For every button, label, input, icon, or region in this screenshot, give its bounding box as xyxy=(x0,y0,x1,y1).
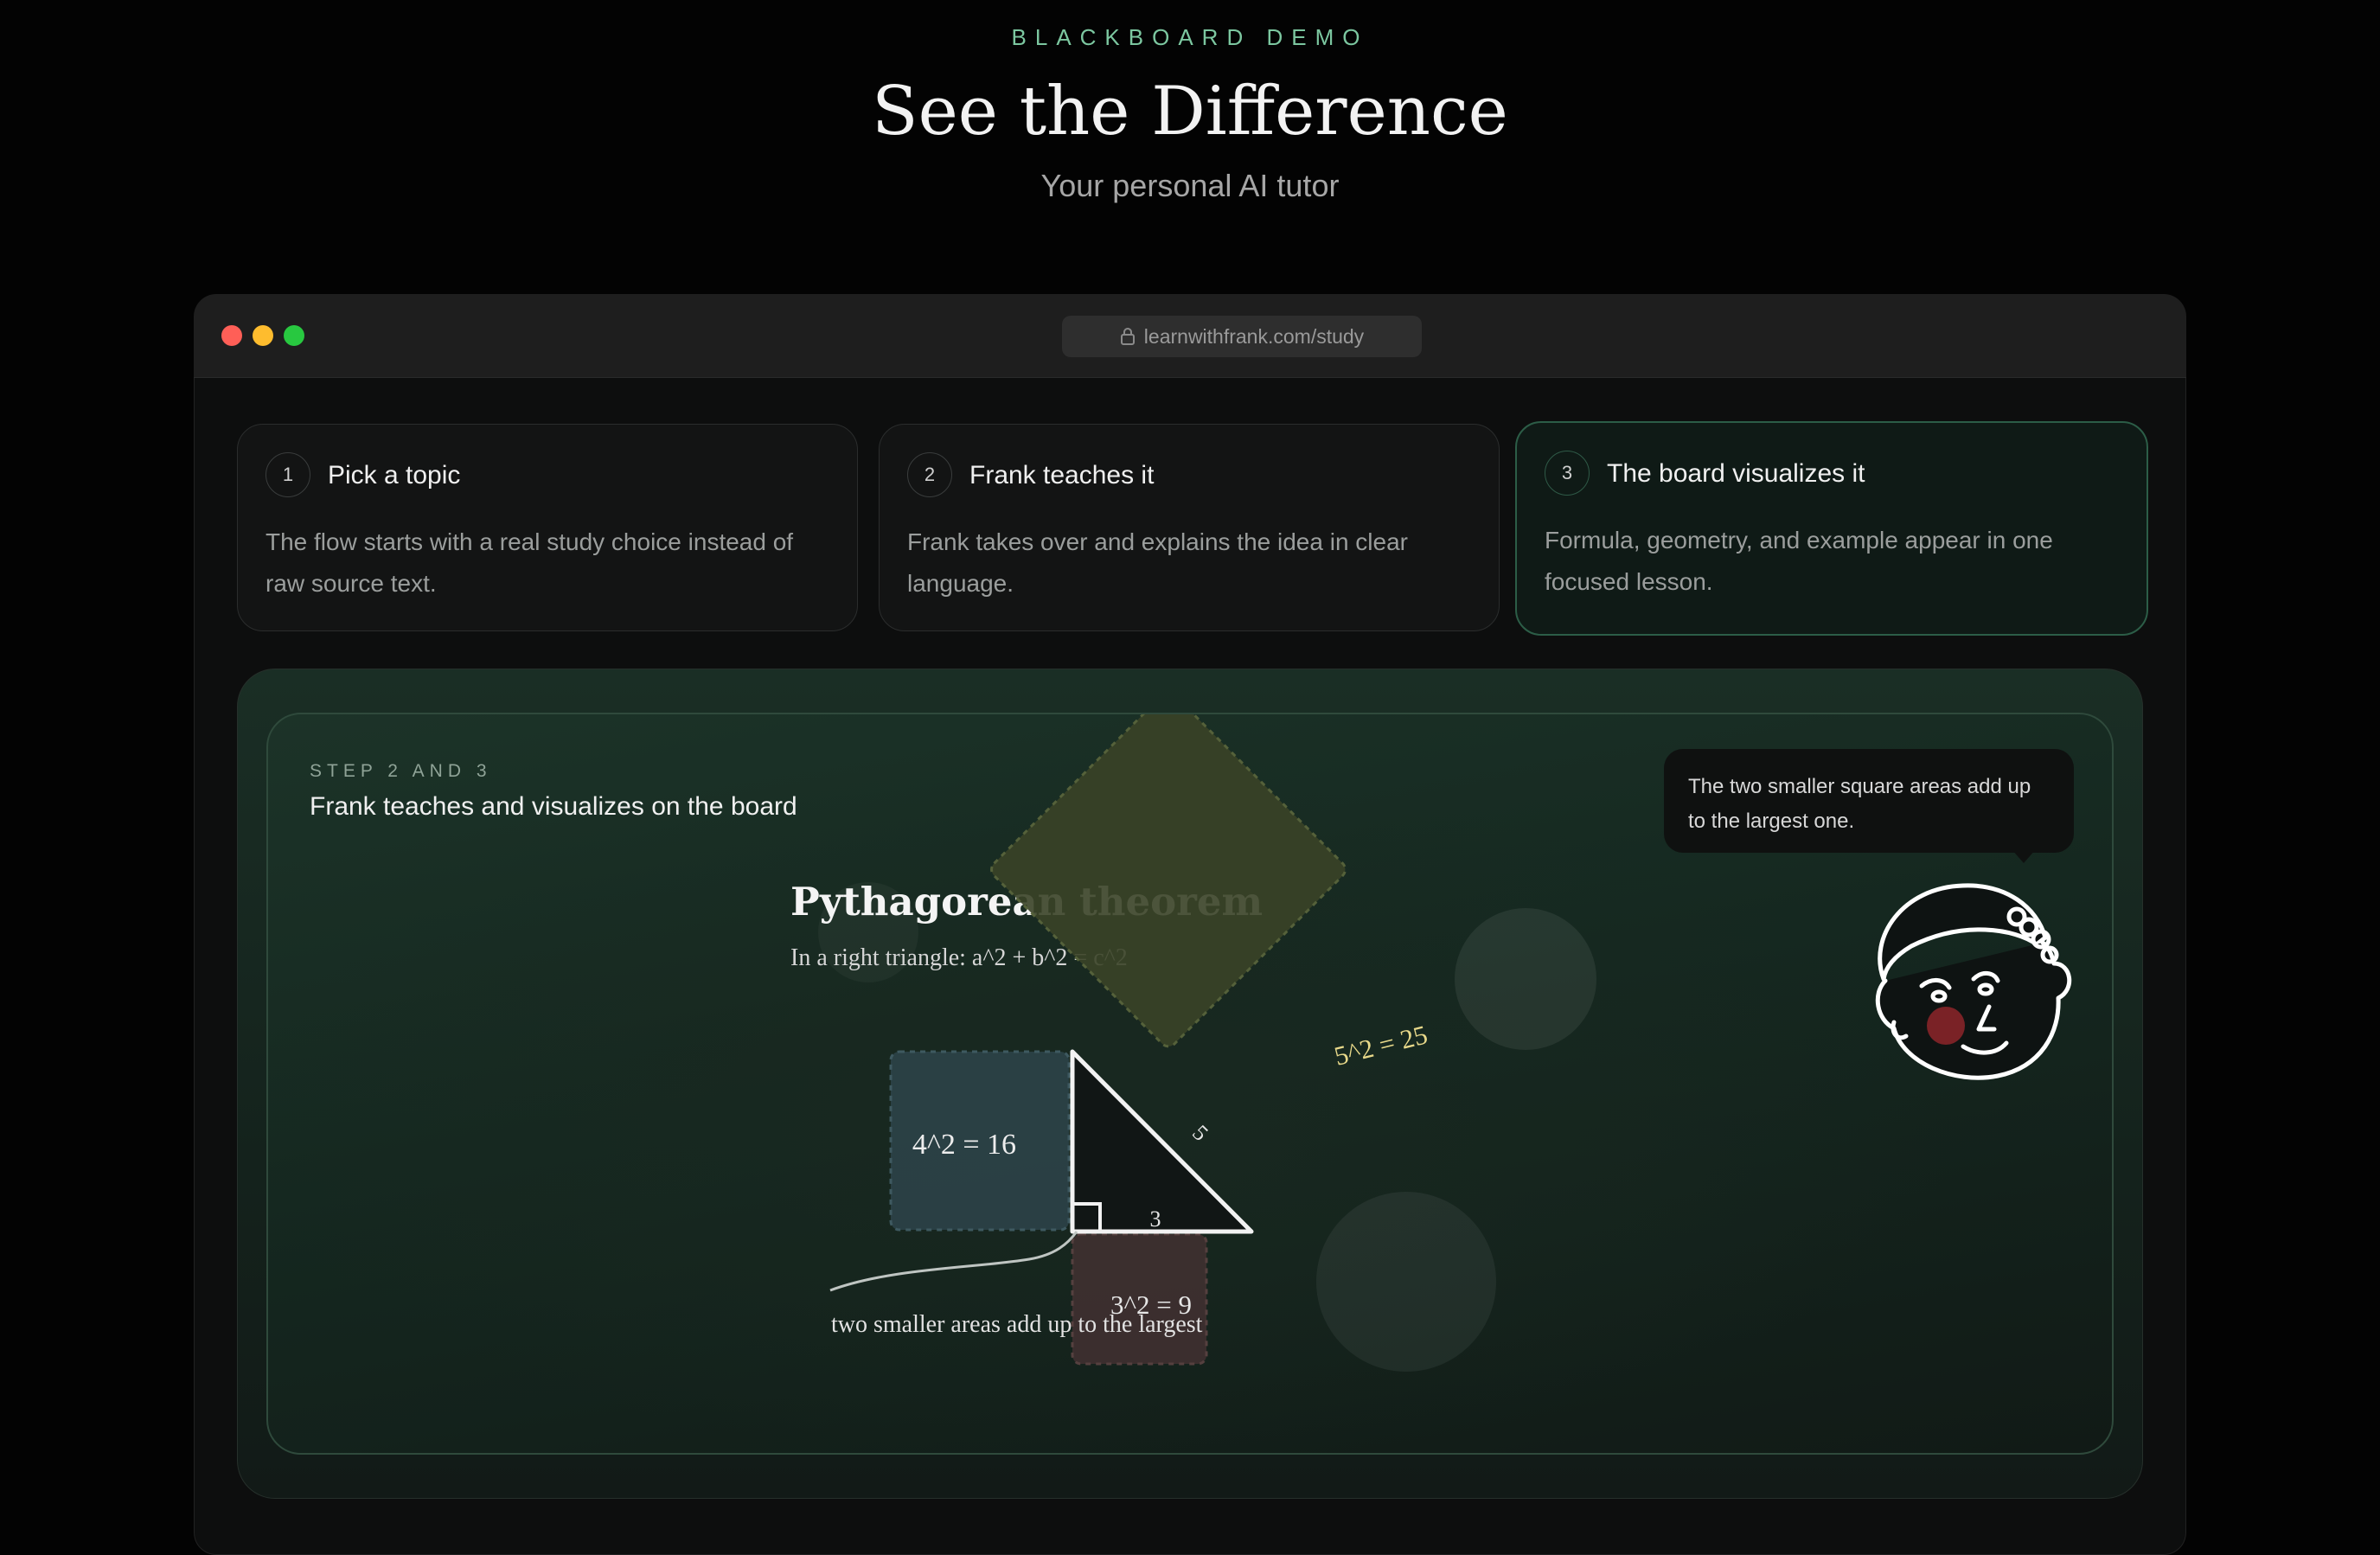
avatar-outline xyxy=(1875,883,2072,1080)
step-card-2[interactable]: 2 Frank teaches it Frank takes over and … xyxy=(879,424,1500,631)
side-c-label: 5 xyxy=(1187,1120,1213,1146)
url-text: learnwithfrank.com/study xyxy=(1143,324,1365,348)
step-description: Formula, geometry, and example appear in… xyxy=(1545,527,2053,595)
square-c-label: 5^2 = 25 xyxy=(1331,1019,1430,1071)
address-bar[interactable]: learnwithfrank.com/study xyxy=(1062,316,1422,357)
side-b-label: 3 xyxy=(1150,1206,1161,1232)
maximize-window-button[interactable] xyxy=(284,325,304,346)
step-description: The flow starts with a real study choice… xyxy=(266,528,794,597)
square-c xyxy=(990,714,1347,1048)
step-title: Pick a topic xyxy=(328,461,461,490)
step-title: The board visualizes it xyxy=(1607,459,1865,488)
step-number: 3 xyxy=(1545,451,1590,496)
lock-icon xyxy=(1120,328,1135,345)
decor-circle xyxy=(1455,908,1596,1050)
speech-bubble: The two smaller square areas add up to t… xyxy=(1664,749,2074,853)
browser-title-bar: learnwithfrank.com/study xyxy=(194,294,2186,378)
decor-circle xyxy=(1316,1192,1496,1372)
square-a-label: 4^2 = 16 xyxy=(912,1129,1016,1161)
step-title: Frank teaches it xyxy=(969,461,1155,490)
step-card-1[interactable]: 1 Pick a topic The flow starts with a re… xyxy=(237,424,858,631)
speech-bubble-tail xyxy=(2012,849,2036,863)
close-window-button[interactable] xyxy=(221,325,242,346)
eyebrow: BLACKBOARD DEMO xyxy=(1011,24,1369,50)
minimize-window-button[interactable] xyxy=(253,325,273,346)
step-number: 2 xyxy=(907,452,952,497)
page-title: See the Difference xyxy=(872,73,1508,150)
annotation-text: two smaller areas add up to the largest xyxy=(831,1311,1203,1338)
annotation-arrow xyxy=(829,1231,1078,1292)
page-subtitle: Your personal AI tutor xyxy=(1040,168,1340,203)
square-c-shape xyxy=(990,714,1347,1048)
step-card-3[interactable]: 3 The board visualizes it Formula, geome… xyxy=(1515,421,2148,636)
step-description: Frank takes over and explains the idea i… xyxy=(907,528,1408,597)
frank-avatar xyxy=(1875,883,2072,1080)
avatar-cheek xyxy=(1927,1007,1965,1045)
step-number: 1 xyxy=(266,452,310,497)
